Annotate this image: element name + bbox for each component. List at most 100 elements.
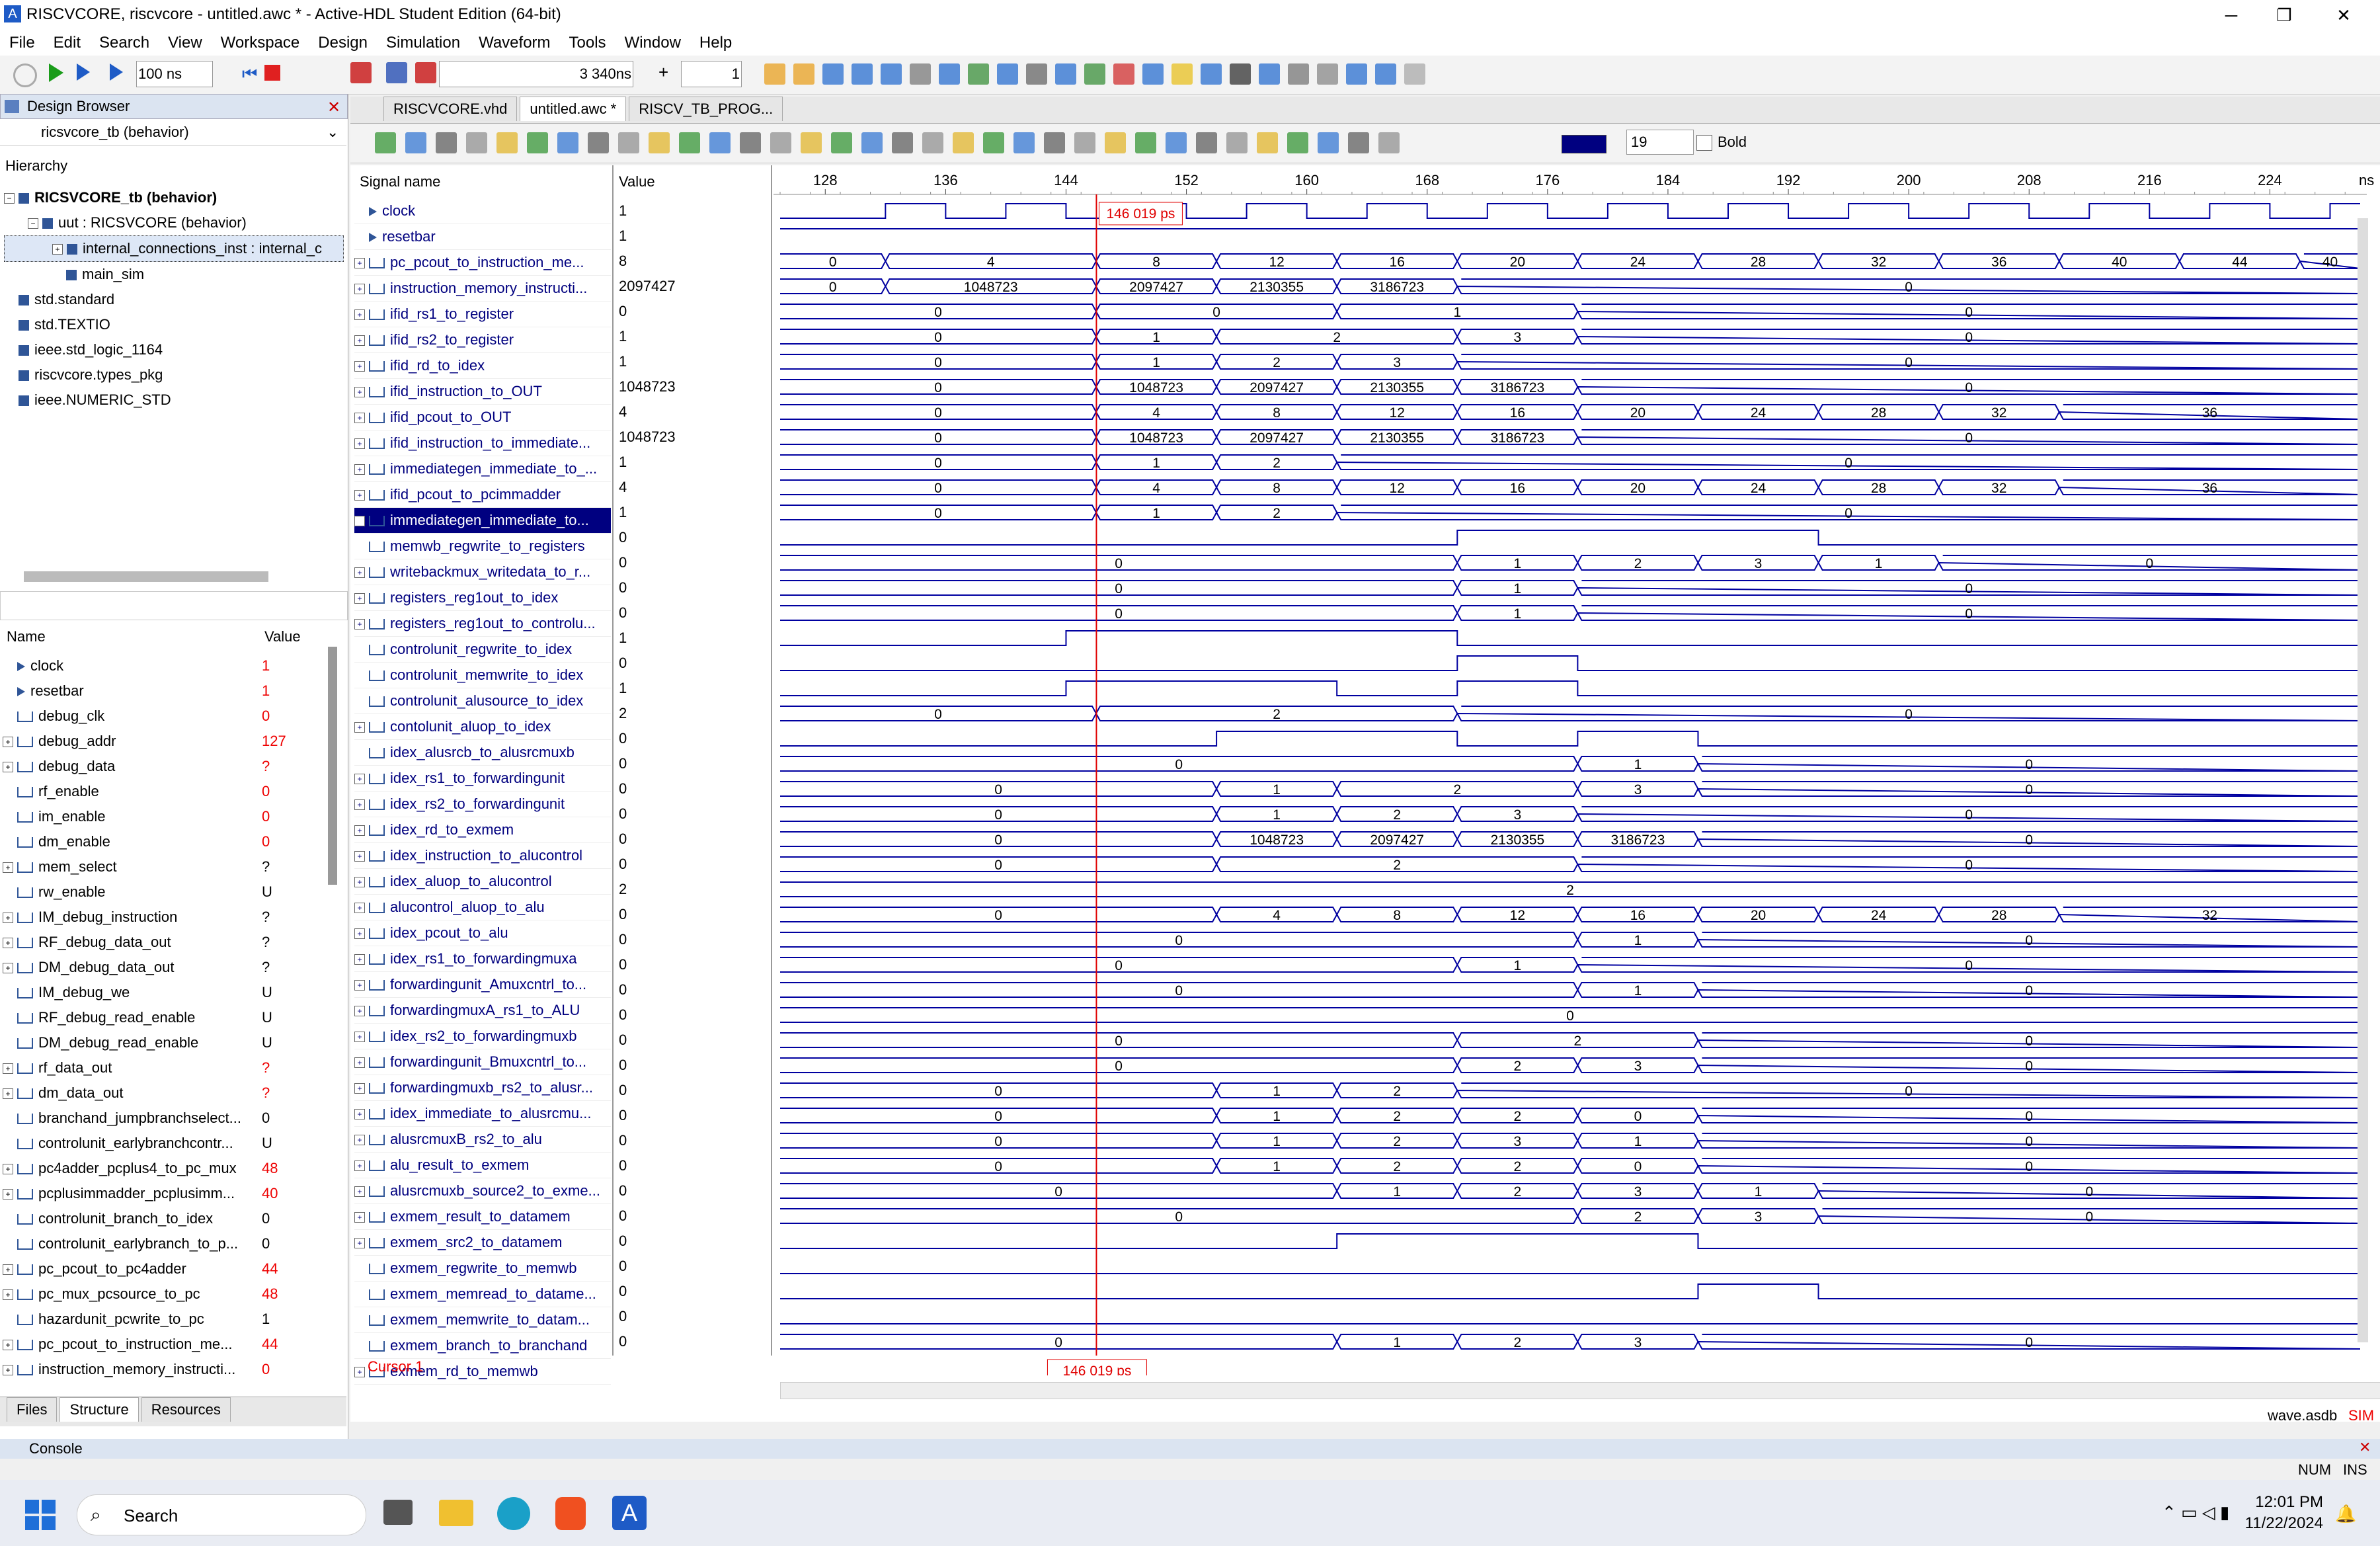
expand-icon[interactable]: + xyxy=(354,1135,365,1146)
hierarchy-item[interactable]: std.standard xyxy=(4,287,344,312)
signal-row[interactable]: + exmem_src2_to_datamem xyxy=(354,1230,611,1256)
signal-row[interactable]: + ifid_rs2_to_register xyxy=(354,327,611,353)
signal-row[interactable]: + idex_rs1_to_forwardingunit xyxy=(354,766,611,792)
toolbar-tool-icon[interactable] xyxy=(764,63,785,85)
signal-row[interactable]: + pc_pcout_to_instruction_me... xyxy=(354,250,611,276)
object-row[interactable]: + IM_debug_instruction? xyxy=(3,905,324,930)
task-view-icon[interactable] xyxy=(383,1500,413,1525)
menu-help[interactable]: Help xyxy=(699,34,732,52)
object-row[interactable]: rf_enable 0 xyxy=(3,779,324,804)
expand-icon[interactable]: + xyxy=(354,1186,365,1198)
signal-row[interactable]: exmem_memread_to_datame... xyxy=(354,1282,611,1307)
expand-icon[interactable]: + xyxy=(354,825,365,836)
wave-tool-icon[interactable] xyxy=(466,132,487,153)
wave-vertical-scrollbar[interactable] xyxy=(2358,218,2368,1342)
menu-file[interactable]: File xyxy=(9,34,35,52)
object-row[interactable]: DM_debug_read_enable U xyxy=(3,1030,324,1055)
object-row[interactable]: dm_enable 0 xyxy=(3,829,324,854)
object-row[interactable]: + instruction_memory_instructi... 0 xyxy=(3,1357,324,1382)
windows-start-icon[interactable] xyxy=(25,1500,56,1530)
expand-icon[interactable]: + xyxy=(354,774,365,785)
object-row[interactable]: + debug_data? xyxy=(3,754,324,779)
tab-riscv-tb-prog[interactable]: RISCV_TB_PROG... xyxy=(629,97,783,121)
clock-time[interactable]: 12:01 PM xyxy=(2237,1493,2323,1512)
expand-icon[interactable]: + xyxy=(3,762,13,773)
menu-workspace[interactable]: Workspace xyxy=(221,34,300,52)
signal-row[interactable]: + ifid_instruction_to_immediate... xyxy=(354,430,611,456)
signal-row[interactable]: controlunit_alusource_to_idex xyxy=(354,688,611,714)
toolbar-tool-icon[interactable] xyxy=(793,63,814,85)
brave-icon[interactable] xyxy=(555,1497,586,1530)
signal-row[interactable]: + immediategen_immediate_to_... xyxy=(354,456,611,482)
console-close-icon[interactable]: ✕ xyxy=(2359,1439,2371,1456)
toolbar-tool-icon[interactable] xyxy=(910,63,931,85)
expand-icon[interactable]: + xyxy=(354,903,365,914)
expand-icon[interactable]: + xyxy=(354,851,365,862)
toolbar-tool-icon[interactable] xyxy=(1084,63,1105,85)
toolbar-tool-icon[interactable] xyxy=(968,63,989,85)
wave-tool-icon[interactable] xyxy=(1318,132,1339,153)
expand-icon[interactable]: + xyxy=(354,1032,365,1043)
object-row[interactable]: controlunit_earlybranch_to_p... 0 xyxy=(3,1231,324,1256)
wave-tool-icon[interactable] xyxy=(527,132,548,153)
wave-tool-icon[interactable] xyxy=(375,132,396,153)
wave-tool-icon[interactable] xyxy=(557,132,578,153)
hierarchy-item[interactable]: + internal_connections_inst : internal_c xyxy=(4,235,344,262)
wave-tool-icon[interactable] xyxy=(1166,132,1187,153)
signal-row[interactable]: + idex_rs2_to_forwardingmuxb xyxy=(354,1024,611,1049)
toolbar-tool-icon[interactable] xyxy=(822,63,844,85)
expand-icon[interactable]: + xyxy=(3,737,13,748)
rewind-icon[interactable]: ⏮ xyxy=(242,63,257,85)
tab-riscvcore-vhd[interactable]: RISCVCORE.vhd xyxy=(383,97,518,121)
signal-row[interactable]: + instruction_memory_instructi... xyxy=(354,276,611,302)
font-size-field[interactable]: 19 xyxy=(1626,130,1694,155)
signal-row[interactable]: + idex_pcout_to_alu xyxy=(354,920,611,946)
wave-tool-icon[interactable] xyxy=(1287,132,1308,153)
toolbar-tool-icon[interactable] xyxy=(1142,63,1164,85)
wave-tool-icon[interactable] xyxy=(1074,132,1095,153)
wave-tool-icon[interactable] xyxy=(1378,132,1400,153)
signal-row[interactable]: exmem_regwrite_to_memwb xyxy=(354,1256,611,1282)
wave-tool-icon[interactable] xyxy=(831,132,852,153)
top-level-select[interactable]: ricsvcore_tb (behavior) ⌄ xyxy=(0,119,346,146)
wave-tool-icon[interactable] xyxy=(1105,132,1126,153)
expand-icon[interactable]: + xyxy=(354,464,365,475)
signal-row[interactable]: controlunit_memwrite_to_idex xyxy=(354,663,611,688)
menu-simulation[interactable]: Simulation xyxy=(386,34,460,52)
signal-row[interactable]: + idex_rs2_to_forwardingunit xyxy=(354,792,611,817)
signal-row[interactable]: exmem_memwrite_to_datam... xyxy=(354,1307,611,1333)
toolbar-tool-icon[interactable] xyxy=(1404,63,1425,85)
object-row[interactable]: + debug_addr 127 xyxy=(3,729,324,754)
wave-tool-icon[interactable] xyxy=(801,132,822,153)
taskbar-search[interactable]: ⌕ Search xyxy=(77,1494,366,1535)
expand-icon[interactable]: + xyxy=(354,490,365,501)
run-until-icon[interactable] xyxy=(77,63,90,81)
toolbar-tool-icon[interactable] xyxy=(1201,63,1222,85)
wave-tool-icon[interactable] xyxy=(1196,132,1217,153)
signal-row[interactable]: + ifid_rs1_to_register xyxy=(354,302,611,327)
object-row[interactable]: + RF_debug_data_out? xyxy=(3,930,324,955)
toolbar-tool-icon[interactable] xyxy=(1288,63,1309,85)
toolbar-tool-icon[interactable] xyxy=(997,63,1018,85)
object-row[interactable]: + rf_data_out? xyxy=(3,1055,324,1080)
object-row[interactable]: controlunit_branch_to_idex 0 xyxy=(3,1206,324,1231)
object-row[interactable]: controlunit_earlybranchcontr... U xyxy=(3,1131,324,1156)
maximize-button[interactable]: ❐ xyxy=(2254,1,2314,29)
menu-design[interactable]: Design xyxy=(318,34,368,52)
expand-icon[interactable]: + xyxy=(354,309,365,321)
expand-icon[interactable]: + xyxy=(354,877,365,888)
expand-icon[interactable]: + xyxy=(354,593,365,604)
clock-date[interactable]: 11/22/2024 xyxy=(2231,1514,2323,1533)
object-row[interactable]: + dm_data_out? xyxy=(3,1080,324,1106)
expand-icon[interactable]: + xyxy=(3,1289,13,1301)
menu-window[interactable]: Window xyxy=(625,34,681,52)
toolbar-tool-icon[interactable] xyxy=(1113,63,1134,85)
wave-tool-icon[interactable] xyxy=(436,132,457,153)
signal-row[interactable]: + alusrcmuxb_source2_to_exme... xyxy=(354,1178,611,1204)
wave-horizontal-scrollbar[interactable] xyxy=(780,1382,2380,1399)
signal-row[interactable]: + idex_instruction_to_alucontrol xyxy=(354,843,611,869)
wave-tool-icon[interactable] xyxy=(892,132,913,153)
vertical-scrollbar[interactable] xyxy=(328,647,337,885)
wave-splitter[interactable] xyxy=(771,165,772,1356)
wave-tool-icon[interactable] xyxy=(861,132,883,153)
